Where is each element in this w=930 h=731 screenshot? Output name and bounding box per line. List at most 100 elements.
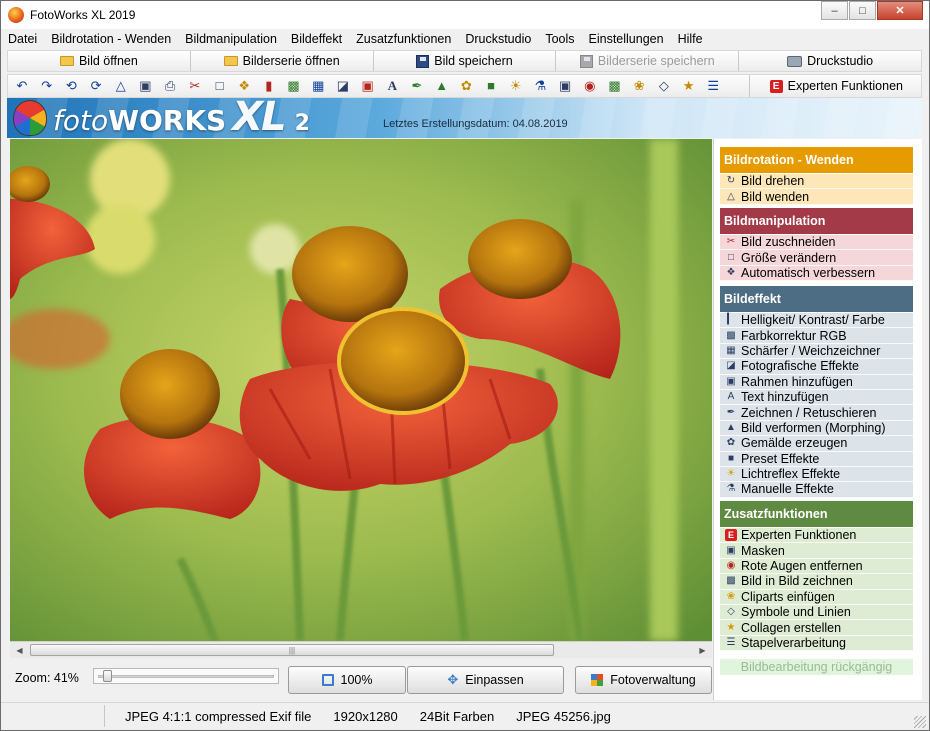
save-series-button[interactable]: Bilderserie speichern: [556, 51, 740, 71]
light-icon[interactable]: ☀: [508, 78, 524, 94]
resize-icon: □: [727, 251, 735, 263]
menu-zusatzfunktionen[interactable]: Zusatzfunktionen: [349, 32, 458, 46]
sidebar-item[interactable]: ☀ Lichtreflex Effekte: [720, 466, 913, 483]
sidebar-item[interactable]: △ Bild wenden: [720, 189, 913, 205]
sidebar-item[interactable]: A Text hinzufügen: [720, 389, 913, 406]
rotate-cw-icon[interactable]: ⟳: [88, 78, 104, 94]
status-filename: JPEG 45256.jpg: [516, 709, 611, 724]
sidebar-item-label: Cliparts einfügen: [741, 589, 835, 604]
sidebar-item[interactable]: ■ Preset Effekte: [720, 451, 913, 467]
resize-grip[interactable]: [914, 716, 926, 728]
mask-icon[interactable]: ▣: [557, 78, 573, 94]
sidebar-section-header[interactable]: Zusatzfunktionen: [720, 501, 913, 527]
menu-tools[interactable]: Tools: [538, 32, 581, 46]
sidebar-item[interactable]: ▲ Bild verformen (Morphing): [720, 420, 913, 437]
open-image-button[interactable]: Bild öffnen: [8, 51, 191, 71]
flip-icon[interactable]: △: [113, 78, 129, 94]
sidebar-item-list: E Experten Funktionen ▣ Masken ◉ Rote Augen e…: [720, 527, 913, 652]
sidebar-item[interactable]: ▎ Helligkeit/ Kontrast/ Farbe: [720, 313, 913, 329]
maximize-button[interactable]: □: [849, 1, 876, 20]
brush-icon[interactable]: ✒: [409, 78, 425, 94]
preset-icon[interactable]: ■: [483, 78, 499, 94]
sidebar-item[interactable]: ◉ Rote Augen entfernen: [720, 558, 913, 575]
sidebar-section-header[interactable]: Bildmanipulation: [720, 208, 913, 234]
picture-in-picture-icon[interactable]: ▩: [607, 78, 623, 94]
logo-version: 2: [294, 111, 310, 136]
sidebar-item[interactable]: ★ Collagen erstellen: [720, 620, 913, 636]
sidebar-item[interactable]: ▦ Schärfer / Weichzeichner: [720, 343, 913, 360]
print-studio-button[interactable]: Druckstudio: [739, 51, 921, 71]
effects-icon[interactable]: ◪: [335, 78, 351, 94]
zoom-100-button[interactable]: 100%: [288, 666, 406, 694]
shapes-icon[interactable]: ◇: [656, 78, 672, 94]
sidebar-item[interactable]: ◪ Fotografische Effekte: [720, 359, 913, 375]
menu-bildeffekt[interactable]: Bildeffekt: [284, 32, 349, 46]
app-window: FotoWorks XL 2019 – □ ✕ Datei Bildrotati…: [0, 0, 930, 731]
sharpen-icon[interactable]: ▦: [310, 78, 326, 94]
morph-icon[interactable]: ▲: [434, 78, 450, 94]
sidebar-item[interactable]: ▩ Bild in Bild zeichnen: [720, 574, 913, 590]
close-button[interactable]: ✕: [877, 1, 923, 20]
scroll-left-icon[interactable]: ◀: [11, 643, 28, 658]
sidebar-item[interactable]: ⚗ Manuelle Effekte: [720, 482, 913, 498]
sidebar-item[interactable]: ▣ Rahmen hinzufügen: [720, 374, 913, 390]
menu-hilfe[interactable]: Hilfe: [671, 32, 710, 46]
menu-druckstudio[interactable]: Druckstudio: [458, 32, 538, 46]
save-image-button[interactable]: Bild speichern: [374, 51, 557, 71]
text-icon[interactable]: A: [384, 78, 400, 94]
rgb-icon[interactable]: ▩: [286, 78, 302, 94]
sidebar-item-label: Zeichnen / Retuschieren: [741, 405, 877, 420]
rotate-ccw-icon[interactable]: ⟲: [63, 78, 79, 94]
sidebar-section-header[interactable]: Bildrotation - Wenden: [720, 147, 913, 173]
clipart-icon[interactable]: ❀: [631, 78, 647, 94]
zoom-slider[interactable]: [93, 668, 279, 684]
rotate-left-icon[interactable]: ↶: [14, 78, 30, 94]
sidebar-item[interactable]: ✂ Bild zuschneiden: [720, 235, 913, 251]
star-icon[interactable]: ★: [681, 78, 697, 94]
menu-einstellungen[interactable]: Einstellungen: [582, 32, 671, 46]
horizontal-scrollbar[interactable]: ◀ ||| ▶: [10, 641, 712, 658]
sidebar-item[interactable]: ☰ Stapelverarbeitung: [720, 635, 913, 652]
sidebar-item[interactable]: ✿ Gemälde erzeugen: [720, 436, 913, 452]
photo-manager-icon: [591, 674, 604, 686]
sidebar-item[interactable]: ↻ Bild drehen: [720, 174, 913, 190]
printer-icon[interactable]: ⎙: [162, 78, 178, 94]
scroll-thumb[interactable]: |||: [30, 644, 554, 656]
red-eye-icon[interactable]: ◉: [582, 78, 598, 94]
box-icon[interactable]: ▣: [137, 78, 153, 94]
view-controls: Zoom: 41% 100% ✥ Einpassen Fotoverwaltun…: [10, 659, 712, 699]
photo-manager-button[interactable]: Fotoverwaltung: [575, 666, 712, 694]
expert-functions-button[interactable]: E Experten Funktionen: [748, 75, 903, 97]
sidebar-item[interactable]: ▣ Masken: [720, 543, 913, 559]
zoom-slider-thumb[interactable]: [103, 670, 112, 682]
sidebar-section-header[interactable]: Bildeffekt: [720, 286, 913, 312]
levels-icon[interactable]: ▮: [261, 78, 277, 94]
sidebar-item[interactable]: ❖ Automatisch verbessern: [720, 265, 913, 282]
sidebar-item[interactable]: ▩ Farbkorrektur RGB: [720, 328, 913, 344]
manual-icon[interactable]: ⚗: [532, 78, 548, 94]
scissors-icon[interactable]: ✂: [187, 78, 203, 94]
open-series-button[interactable]: Bilderserie öffnen: [191, 51, 374, 71]
fit-button[interactable]: ✥ Einpassen: [407, 666, 564, 694]
magic-wand-icon[interactable]: ❖: [236, 78, 252, 94]
batch-icon[interactable]: ☰: [705, 78, 721, 94]
scroll-right-icon[interactable]: ▶: [694, 643, 711, 658]
minimize-button[interactable]: –: [821, 1, 848, 20]
crop-icon[interactable]: □: [212, 78, 228, 94]
sidebar-item[interactable]: E Experten Funktionen: [720, 528, 913, 544]
paint-icon[interactable]: ✿: [458, 78, 474, 94]
image-canvas[interactable]: [10, 139, 712, 641]
sidebar-item-list: ▎ Helligkeit/ Kontrast/ Farbe ▩ Farbkorrekt…: [720, 312, 913, 498]
sidebar-item-label: Text hinzufügen: [741, 390, 829, 405]
menu-datei[interactable]: Datei: [1, 32, 44, 46]
sidebar-item-label: Rahmen hinzufügen: [741, 374, 853, 389]
frame-icon[interactable]: ▣: [360, 78, 376, 94]
sidebar-item[interactable]: ❀ Cliparts einfügen: [720, 589, 913, 605]
sidebar-item[interactable]: ✒ Zeichnen / Retuschieren: [720, 405, 913, 421]
undo-button[interactable]: Bildbearbeitung rückgängig: [720, 659, 913, 675]
sidebar-item[interactable]: ◇ Symbole und Linien: [720, 604, 913, 621]
menu-bildrotation[interactable]: Bildrotation - Wenden: [44, 32, 178, 46]
menu-bildmanipulation[interactable]: Bildmanipulation: [178, 32, 284, 46]
sidebar-item[interactable]: □ Größe verändern: [720, 250, 913, 266]
rotate-right-icon[interactable]: ↷: [39, 78, 55, 94]
